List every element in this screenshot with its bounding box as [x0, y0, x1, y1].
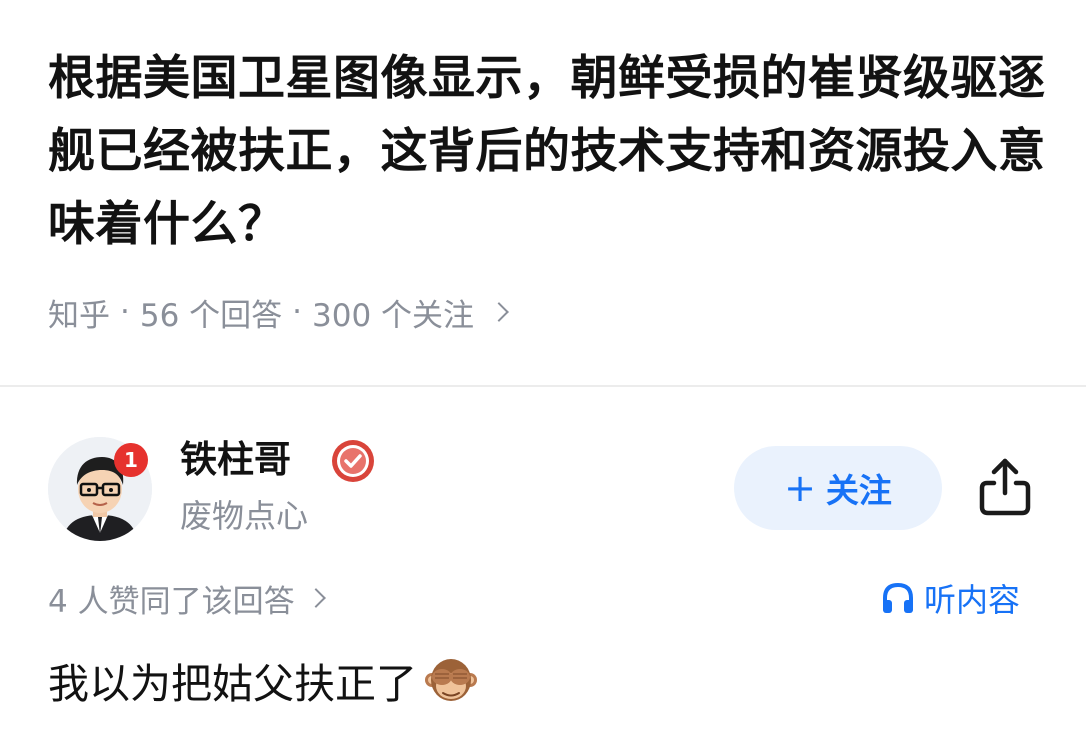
- follow-button[interactable]: + 关注: [734, 446, 942, 530]
- question-source: 知乎: [48, 297, 110, 334]
- likes-text: 4 人赞同了该回答: [48, 583, 295, 620]
- verified-badge-icon: [332, 440, 374, 482]
- likes-summary[interactable]: 4 人赞同了该回答: [48, 576, 326, 620]
- headphones-icon: [883, 582, 913, 613]
- answer-text[interactable]: 我以为把姑父扶正了: [48, 650, 479, 710]
- question-title[interactable]: 根据美国卫星图像显示，朝鲜受损的崔贤级驱逐舰已经被扶正，这背后的技术支持和资源投…: [48, 42, 1048, 261]
- follow-label: 关注: [825, 471, 892, 510]
- follower-count: 300 个关注: [312, 297, 475, 334]
- answer-count: 56 个回答: [139, 297, 283, 334]
- chevron-right-icon: [305, 588, 326, 608]
- see-no-evil-monkey-icon: [425, 659, 477, 701]
- section-divider: [0, 385, 1086, 387]
- author-bio: 废物点心: [180, 497, 309, 535]
- question-meta[interactable]: 知乎 · 56 个回答 · 300 个关注: [48, 290, 509, 334]
- listen-button[interactable]: 听内容: [880, 576, 1020, 620]
- answer-body: 我以为把姑父扶正了: [48, 660, 417, 708]
- meta-separator: ·: [120, 294, 130, 330]
- notification-badge: 1: [114, 443, 148, 477]
- meta-separator: ·: [292, 294, 303, 330]
- plus-icon: +: [784, 466, 816, 510]
- share-icon[interactable]: [975, 455, 1035, 519]
- listen-label: 听内容: [924, 581, 1021, 619]
- author-name[interactable]: 铁柱哥: [180, 436, 291, 484]
- chevron-right-icon: [489, 302, 509, 322]
